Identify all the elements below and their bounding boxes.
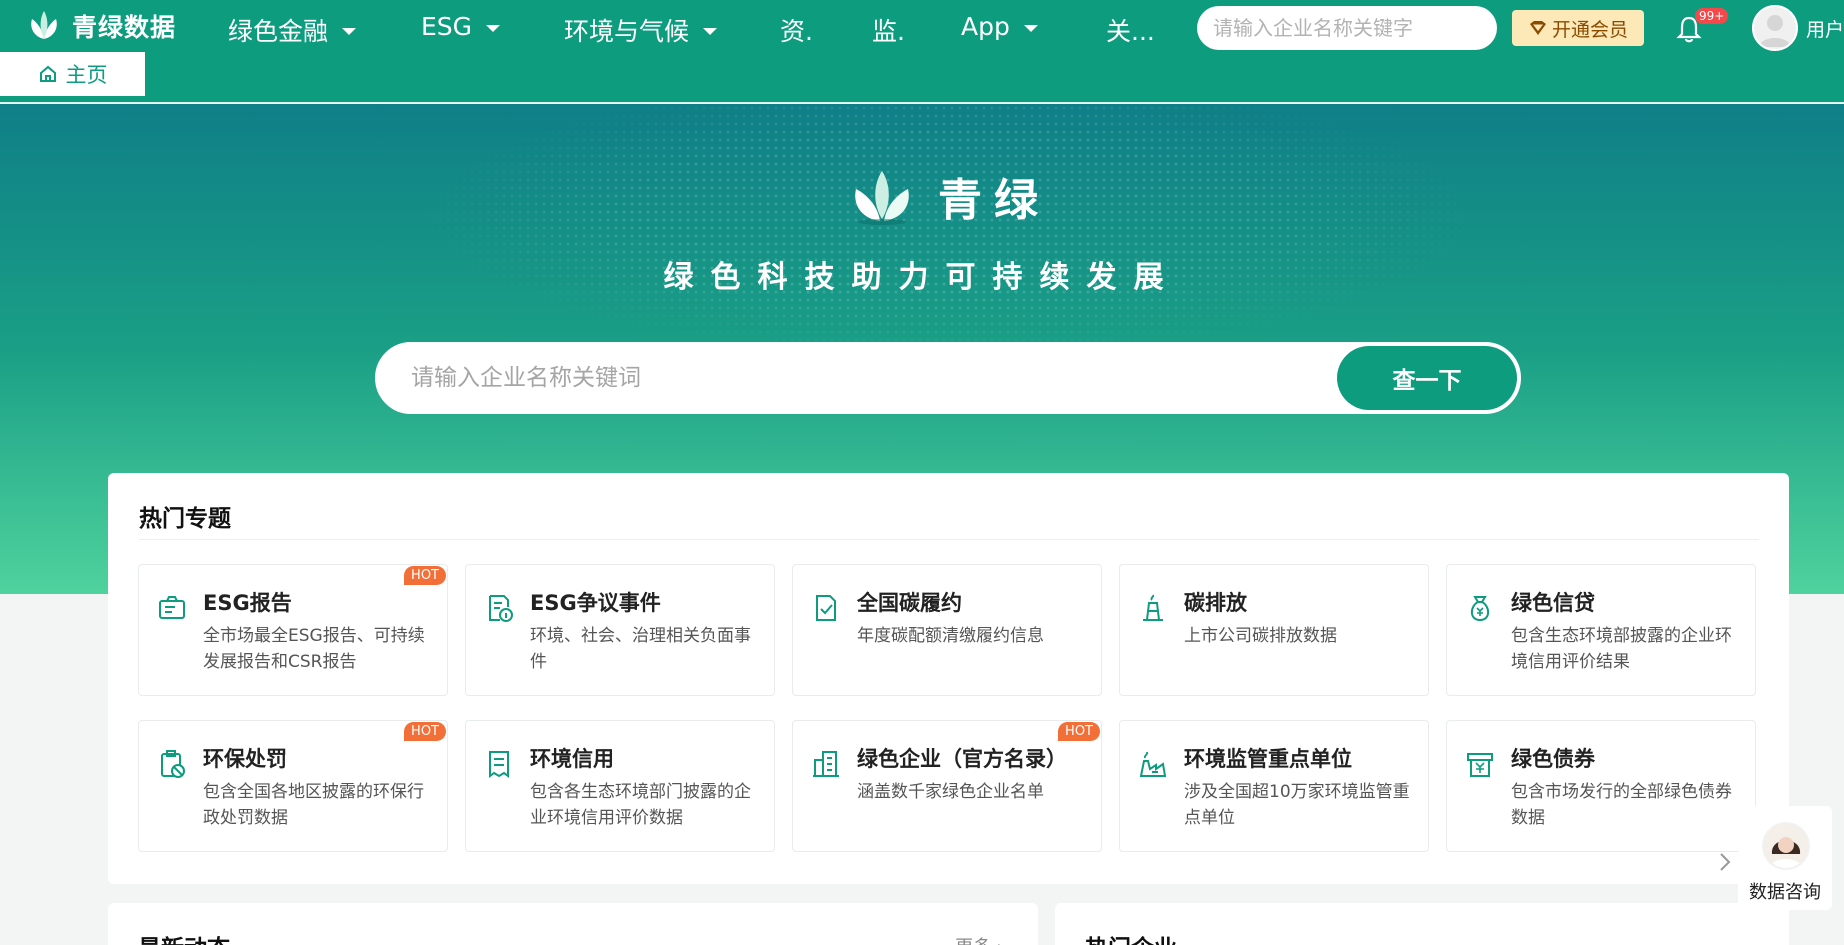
card-description: 环境、社会、治理相关负面事件: [530, 626, 751, 672]
card-description: 包含全国各地区披露的环保行政处罚数据: [203, 782, 424, 828]
topic-card-green-credit[interactable]: 绿色信贷 包含生态环境部披露的企业环境信用评价结果: [1446, 564, 1756, 696]
nav-label: App: [961, 12, 1010, 41]
hot-badge: HOT: [1058, 722, 1100, 741]
factory-icon: [1139, 751, 1167, 777]
consultant-avatar: [1762, 822, 1810, 870]
emission-icon: [1143, 594, 1163, 621]
card-title: 绿色债券: [1511, 747, 1595, 771]
more-link[interactable]: 更多 ›: [955, 933, 1004, 945]
topic-card-carbon-compliance[interactable]: 全国碳履约 年度碳配额清缴履约信息: [792, 564, 1102, 696]
report-icon: [159, 596, 185, 619]
top-nav-bar: 青绿数据 绿色金融 ESG 环境与气候 资. 监. App 关... 开通会员 …: [0, 0, 1844, 56]
diamond-icon: [1529, 21, 1546, 35]
hot-topics-panel: 热门专题 ESG报告 全市场最全ESG报告、可持续发展报告和CSR报告 HOT …: [108, 473, 1789, 884]
user-name[interactable]: 用户: [1806, 15, 1844, 42]
tab-home-label: 主页: [65, 63, 108, 87]
card-title: ESG报告: [203, 591, 292, 615]
user-silhouette-icon: [1759, 15, 1791, 47]
card-description: 包含生态环境部披露的企业环境信用评价结果: [1511, 626, 1732, 672]
vip-button[interactable]: 开通会员: [1512, 10, 1644, 46]
nav-esg[interactable]: ESG: [421, 12, 501, 41]
card-description: 全市场最全ESG报告、可持续发展报告和CSR报告: [203, 626, 425, 672]
topic-card-esg-report[interactable]: ESG报告 全市场最全ESG报告、可持续发展报告和CSR报告 HOT: [138, 564, 448, 696]
nav-app[interactable]: App: [961, 12, 1038, 41]
nav-label: ESG: [421, 12, 473, 41]
nav-environment-climate[interactable]: 环境与气候: [564, 12, 718, 48]
card-title: 环保处罚: [203, 747, 287, 771]
data-consult-widget[interactable]: 数据咨询: [1738, 806, 1832, 910]
top-search-input[interactable]: [1197, 6, 1497, 50]
divider: [139, 539, 1759, 540]
chevron-right-icon[interactable]: [1716, 850, 1734, 874]
hero-search-button[interactable]: 查一下: [1337, 346, 1517, 410]
topic-card-green-enterprise[interactable]: 绿色企业（官方名录） 涵盖数千家绿色企业名单 HOT: [792, 720, 1102, 852]
hero-search-box: 查一下: [375, 342, 1521, 414]
card-title: 全国碳履约: [857, 591, 962, 615]
bond-icon: [1467, 753, 1493, 777]
leaf-logo-icon: [855, 171, 909, 225]
caret-down-icon: [486, 24, 501, 32]
hero-subtitle: 绿色科技助力可持续发展: [663, 260, 1181, 295]
nav-label: 资.: [780, 17, 813, 46]
card-description: 上市公司碳排放数据: [1184, 626, 1337, 646]
nav-label: 关...: [1106, 17, 1155, 46]
penalty-icon: [161, 750, 185, 778]
nav-label: 环境与气候: [564, 17, 690, 46]
hot-badge: HOT: [404, 722, 446, 741]
compliance-icon: [816, 595, 836, 621]
hot-companies-panel: 热门企业: [1055, 903, 1789, 945]
topic-card-esg-controversy[interactable]: ESG争议事件 环境、社会、治理相关负面事件: [465, 564, 775, 696]
vip-label: 开通会员: [1551, 18, 1628, 41]
card-title: ESG争议事件: [530, 591, 661, 615]
nav-assets[interactable]: 资.: [780, 12, 813, 48]
card-description: 包含各生态环境部门披露的企业环境信用评价数据: [530, 782, 751, 828]
credit-bag-icon: [1470, 596, 1490, 622]
notification-badge: 99+: [1695, 8, 1729, 24]
nav-about[interactable]: 关...: [1106, 12, 1155, 48]
consult-label: 数据咨询: [1749, 882, 1821, 903]
card-title: 绿色企业（官方名录）: [857, 747, 1067, 771]
latest-news-title: 最新动态: [138, 929, 230, 945]
card-title: 环境信用: [530, 747, 614, 771]
building-icon: [813, 751, 839, 777]
card-description: 涉及全国超10万家环境监管重点单位: [1184, 782, 1410, 828]
caret-down-icon: [703, 28, 718, 35]
user-avatar[interactable]: [1752, 5, 1798, 51]
nav-label: 绿色金融: [228, 17, 329, 46]
topic-card-env-credit[interactable]: 环境信用 包含各生态环境部门披露的企业环境信用评价数据: [465, 720, 775, 852]
topic-card-env-penalty[interactable]: 环保处罚 包含全国各地区披露的环保行政处罚数据 HOT: [138, 720, 448, 852]
card-description: 年度碳配额清缴履约信息: [857, 626, 1044, 646]
leaf-logo-icon: [31, 11, 57, 39]
card-description: 涵盖数千家绿色企业名单: [857, 782, 1044, 802]
topic-card-green-bond[interactable]: 绿色债券 包含市场发行的全部绿色债券数据: [1446, 720, 1756, 852]
card-title: 环境监管重点单位: [1184, 747, 1352, 771]
latest-news-panel: 最新动态 更多 ›: [108, 903, 1038, 945]
hot-badge: HOT: [404, 566, 446, 585]
controversy-icon: [489, 595, 513, 622]
hero-search-input[interactable]: [411, 344, 1341, 412]
topic-card-carbon-emission[interactable]: 碳排放 上市公司碳排放数据: [1119, 564, 1429, 696]
consultant-portrait-icon: [1764, 824, 1808, 868]
card-description: 包含市场发行的全部绿色债券数据: [1511, 782, 1732, 828]
card-title: 绿色信贷: [1511, 591, 1595, 615]
brand-name: 青绿数据: [72, 13, 177, 42]
nav-monitoring[interactable]: 监.: [872, 12, 905, 48]
tab-bar: [0, 56, 1844, 103]
hero-logo: 青绿: [850, 164, 1050, 228]
hot-topics-title: 热门专题: [139, 506, 231, 532]
nav-label: 监.: [872, 17, 905, 46]
home-icon: [39, 65, 56, 82]
hero-title: 青绿: [938, 175, 1050, 226]
caret-down-icon: [1023, 24, 1038, 32]
brand-logo[interactable]: 青绿数据: [26, 8, 176, 44]
tab-home[interactable]: 主页: [0, 52, 145, 96]
credit-doc-icon: [489, 751, 509, 778]
card-title: 碳排放: [1184, 591, 1247, 615]
hot-companies-title: 热门企业: [1085, 929, 1177, 945]
caret-down-icon: [342, 28, 357, 35]
nav-green-finance[interactable]: 绿色金融: [228, 12, 357, 48]
topic-card-key-monitoring-units[interactable]: 环境监管重点单位 涉及全国超10万家环境监管重点单位: [1119, 720, 1429, 852]
